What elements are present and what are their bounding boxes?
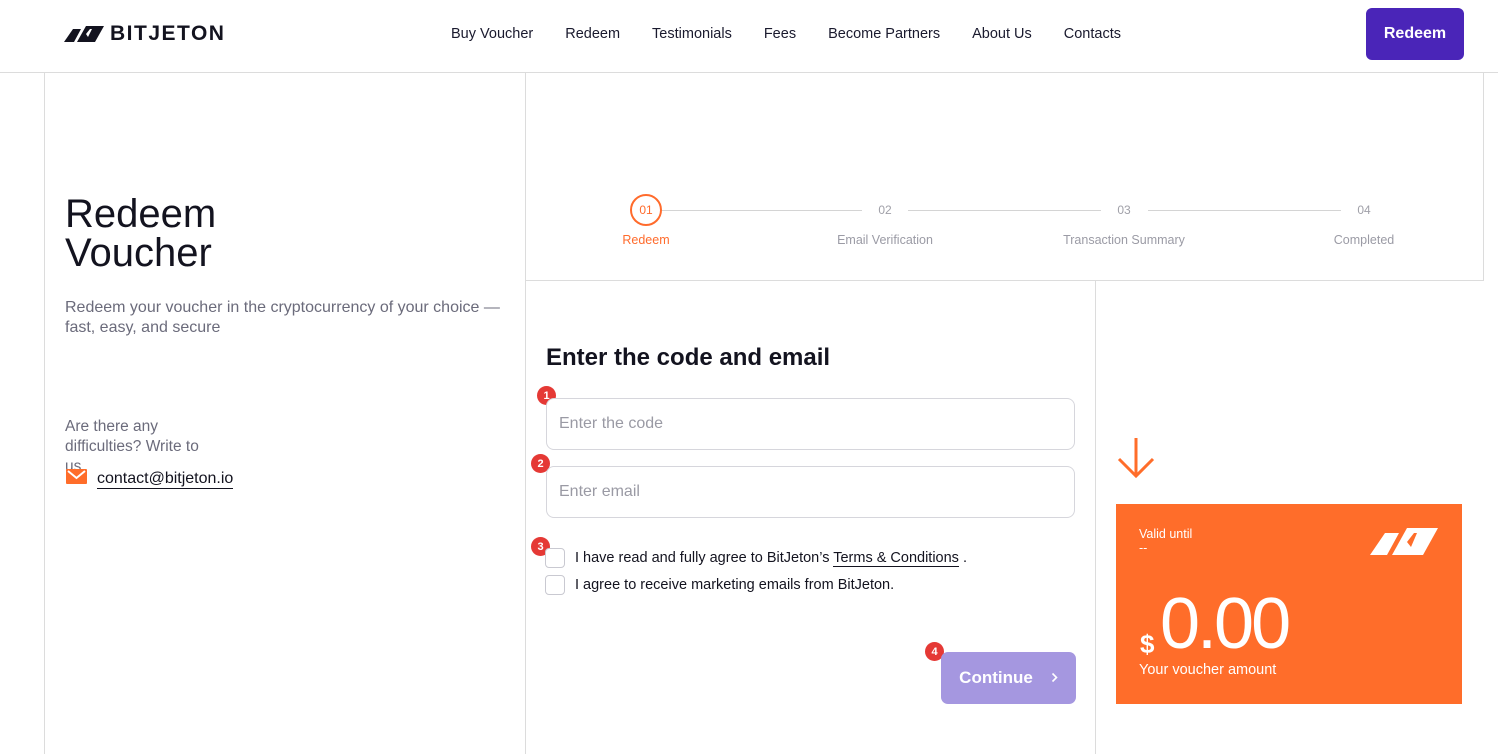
- step-1-indicator: 01: [630, 194, 662, 226]
- step-1-label: Redeem: [622, 233, 670, 247]
- header-redeem-button[interactable]: Redeem: [1366, 8, 1464, 60]
- contact-email-link[interactable]: contact@bitjeton.io: [97, 469, 234, 489]
- step-3-label: Transaction Summary: [1063, 233, 1185, 247]
- marketing-label: I agree to receive marketing emails from…: [575, 577, 895, 593]
- nav-fees[interactable]: Fees: [764, 26, 796, 42]
- mail-icon: [66, 469, 87, 489]
- valid-until-label: Valid until: [1139, 527, 1193, 541]
- site-header: BITJETON Buy Voucher Redeem Testimonials…: [0, 0, 1498, 73]
- voucher-card: Valid until -- $ 0.00 Your voucher amoun…: [1116, 504, 1462, 704]
- page-title: Redeem Voucher: [65, 192, 365, 275]
- nav-about-us[interactable]: About Us: [972, 26, 1032, 42]
- valid-until-value: --: [1139, 541, 1148, 555]
- terms-checkbox[interactable]: [545, 548, 565, 568]
- chevron-right-icon: [1051, 668, 1058, 688]
- divider: [44, 73, 45, 754]
- help-text: Are there any difficulties? Write to us: [65, 418, 199, 475]
- nav-become-partners[interactable]: Become Partners: [828, 26, 940, 42]
- bitjeton-logo-icon: [64, 26, 104, 42]
- step-3-indicator: 03: [1117, 203, 1131, 217]
- marketing-row: I agree to receive marketing emails from…: [545, 575, 894, 595]
- terms-row: I have read and fully agree to BitJeton’…: [545, 548, 967, 568]
- page-subtitle: Redeem your voucher in the cryptocurrenc…: [65, 299, 500, 336]
- step-4-indicator: 04: [1357, 203, 1371, 217]
- divider: [525, 73, 526, 754]
- step-connector: [662, 210, 862, 211]
- page-title-line2: Voucher: [65, 231, 212, 275]
- step-2-indicator: 02: [878, 203, 892, 217]
- terms-label-prefix: I have read and fully agree to BitJeton’…: [575, 550, 834, 566]
- divider: [1095, 281, 1096, 754]
- step-2-label: Email Verification: [837, 233, 933, 247]
- continue-button[interactable]: Continue: [941, 652, 1076, 704]
- arrow-down-icon: [1116, 436, 1156, 485]
- voucher-amount: 0.00: [1160, 584, 1291, 664]
- brand-logo[interactable]: BITJETON: [64, 22, 225, 46]
- nav-buy-voucher[interactable]: Buy Voucher: [451, 26, 533, 42]
- marketing-checkbox[interactable]: [545, 575, 565, 595]
- step-connector: [1148, 210, 1341, 211]
- nav-contacts[interactable]: Contacts: [1064, 26, 1121, 42]
- voucher-validity: Valid until --: [1139, 527, 1192, 555]
- contact-email: contact@bitjeton.io: [66, 469, 234, 489]
- email-input[interactable]: [546, 466, 1075, 518]
- voucher-code-input[interactable]: [546, 398, 1075, 450]
- page-title-line1: Redeem: [65, 192, 217, 236]
- terms-label-suffix: .: [958, 550, 967, 566]
- form-title: Enter the code and email: [546, 344, 831, 371]
- step-connector: [908, 210, 1101, 211]
- divider: [1483, 73, 1484, 281]
- main-nav: Buy Voucher Redeem Testimonials Fees Bec…: [451, 26, 1121, 42]
- bitjeton-logo-icon: [1370, 528, 1438, 560]
- voucher-currency: $: [1140, 629, 1155, 659]
- divider: [525, 280, 1483, 281]
- brand-name: BITJETON: [110, 22, 226, 45]
- nav-testimonials[interactable]: Testimonials: [652, 26, 732, 42]
- terms-link[interactable]: Terms & Conditions: [833, 550, 959, 567]
- voucher-caption: Your voucher amount: [1139, 662, 1277, 678]
- terms-label: I have read and fully agree to BitJeton’…: [575, 550, 967, 567]
- step-4-label: Completed: [1333, 233, 1395, 247]
- nav-redeem[interactable]: Redeem: [565, 26, 620, 42]
- continue-label: Continue: [959, 668, 1033, 687]
